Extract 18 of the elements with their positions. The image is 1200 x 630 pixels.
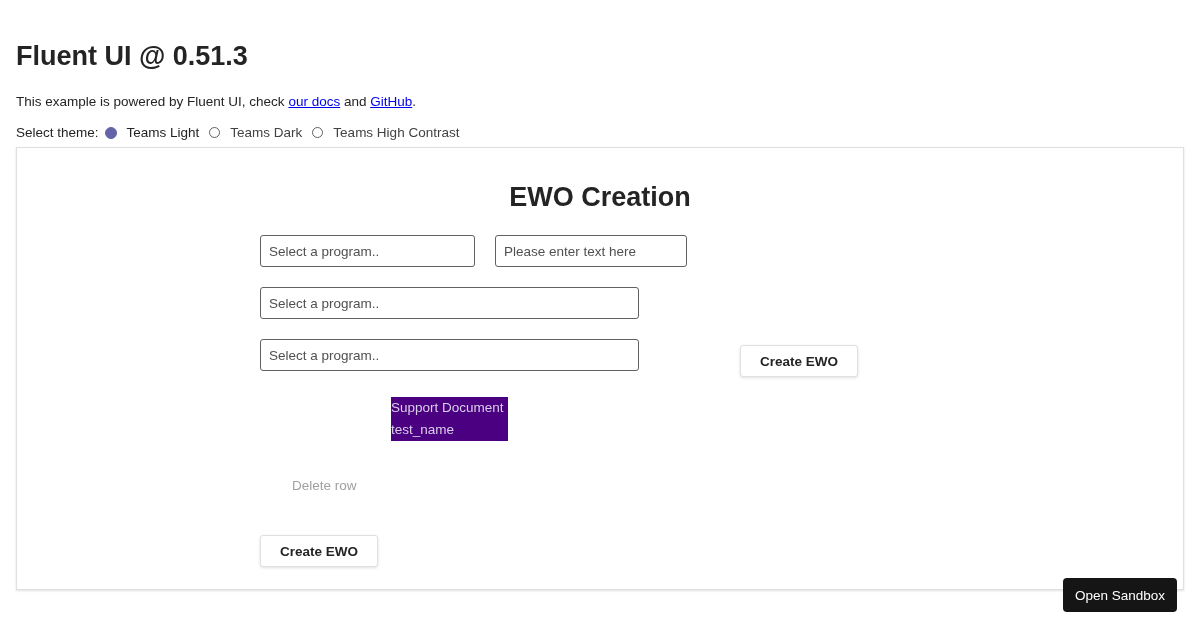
- document-name: test_name: [391, 421, 456, 439]
- theme-label: Select theme:: [16, 125, 99, 140]
- radio-icon[interactable]: [104, 126, 117, 139]
- open-sandbox-button[interactable]: Open Sandbox: [1062, 578, 1177, 612]
- theme-radio[interactable]: Teams Dark: [209, 125, 303, 140]
- theme-radio[interactable]: Teams Light: [104, 125, 200, 140]
- document-label: Support Document: [391, 399, 505, 417]
- program-select-field[interactable]: Select a program..: [260, 287, 639, 319]
- program-select-field[interactable]: Select a program..: [260, 235, 475, 267]
- theme-radio[interactable]: Teams High Contrast: [312, 125, 460, 140]
- intro-text: This example is powered by Fluent UI, check our docs and GitHub.: [16, 94, 417, 109]
- docs-link[interactable]: our docs: [288, 94, 341, 109]
- program-select-field[interactable]: Select a program..: [260, 339, 639, 371]
- form-title: EWO Creation: [508, 182, 692, 213]
- page-title: Fluent UI @ 0.51.3: [16, 41, 249, 72]
- create-ewo-button[interactable]: Create EWO: [260, 535, 378, 567]
- text-input-field[interactable]: Please enter text here: [495, 235, 687, 267]
- create-ewo-button[interactable]: Create EWO: [740, 345, 858, 377]
